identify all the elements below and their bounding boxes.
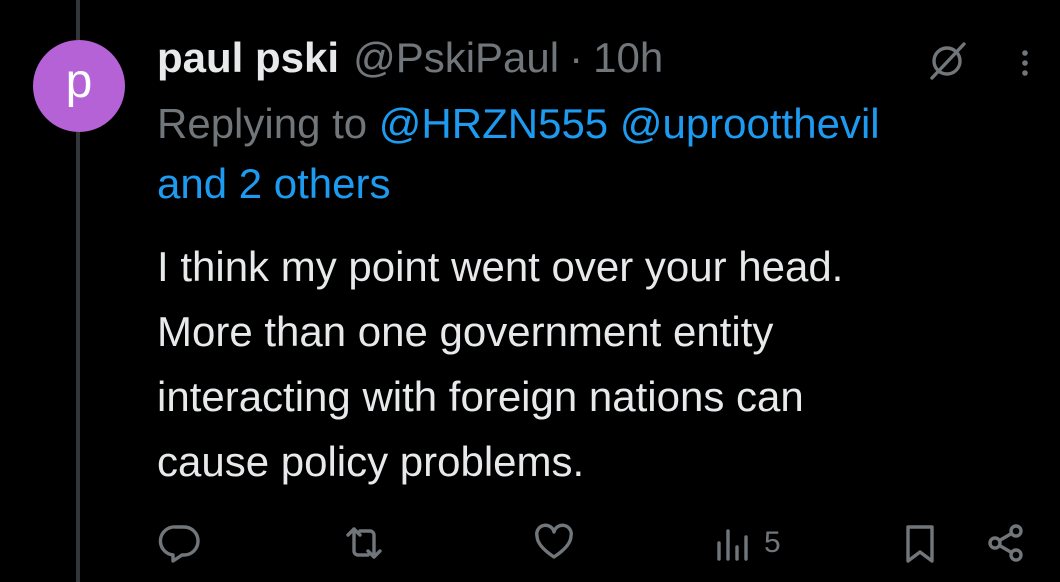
- tweet-header: paul pski @PskiPaul · 10h: [157, 30, 663, 86]
- share-icon: [988, 524, 1023, 562]
- retweet-icon: [346, 527, 382, 559]
- tweet-text-line: More than one government entity: [157, 308, 774, 355]
- tweet-text-line: interacting with foreign nations can: [157, 373, 804, 420]
- reply-icon: [158, 525, 200, 563]
- reply-button[interactable]: [158, 518, 202, 568]
- bookmark-icon: [906, 525, 934, 563]
- bookmark-button[interactable]: [898, 518, 942, 568]
- author-handle[interactable]: @PskiPaul: [353, 30, 559, 86]
- author-name[interactable]: paul pski: [157, 30, 339, 86]
- more-options-icon[interactable]: [1015, 48, 1035, 78]
- tweet[interactable]: p paul pski @PskiPaul · 10h Replying to …: [0, 0, 1060, 582]
- views-icon: [717, 529, 748, 561]
- thread-line-bottom: [76, 132, 80, 582]
- replying-to: Replying to @HRZN555 @uprootthevil and 2…: [157, 94, 1057, 214]
- thread-line-top: [76, 0, 80, 40]
- like-icon: [535, 523, 573, 559]
- views-count: 5: [764, 526, 781, 559]
- others-link[interactable]: and 2 others: [157, 160, 391, 207]
- like-button[interactable]: [532, 518, 576, 568]
- tweet-text-line: I think my point went over your head.: [157, 243, 844, 290]
- action-bar: 5: [0, 518, 1060, 568]
- avatar-letter: p: [65, 55, 93, 108]
- mention-link[interactable]: @HRZN555: [379, 100, 608, 147]
- tweet-text: I think my point went over your head. Mo…: [157, 234, 1047, 494]
- retweet-button[interactable]: [342, 518, 386, 568]
- timestamp[interactable]: 10h: [593, 30, 663, 86]
- separator-dot: ·: [569, 34, 584, 81]
- replying-prefix: Replying to: [157, 100, 368, 147]
- grok-icon[interactable]: [924, 38, 970, 84]
- avatar[interactable]: p: [33, 40, 125, 132]
- share-button[interactable]: [984, 518, 1028, 568]
- views-button[interactable]: 5: [712, 518, 781, 568]
- tweet-text-line: cause policy problems.: [157, 438, 585, 485]
- mention-link[interactable]: @uprootthevil: [620, 100, 880, 147]
